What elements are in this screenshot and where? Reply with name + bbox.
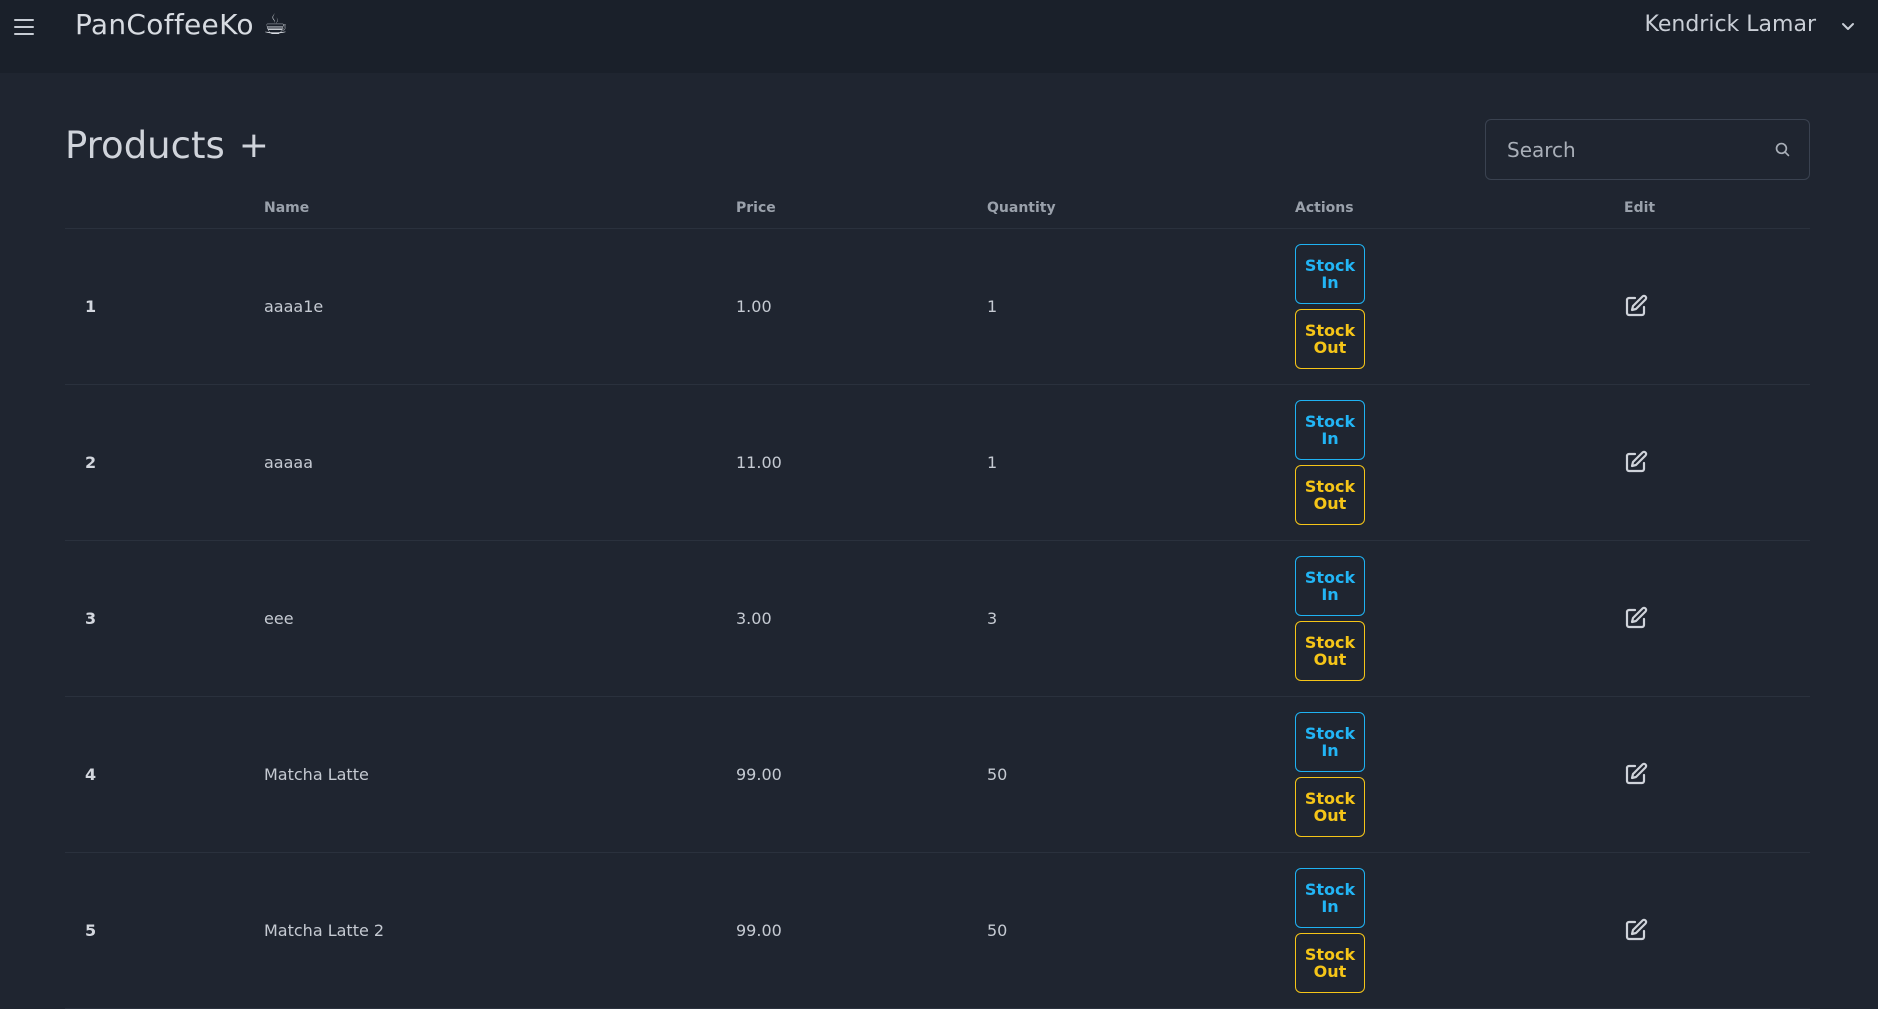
search-box (1485, 119, 1810, 180)
user-menu[interactable]: Kendrick Lamar (1645, 12, 1816, 37)
products-table: Name Price Quantity Actions Edit 1 aaaa1… (65, 188, 1810, 1009)
product-quantity: 1 (987, 296, 998, 316)
product-quantity: 50 (987, 920, 1008, 940)
table-row: 2 aaaaa 11.00 1 Stock In Stock Out (65, 384, 1810, 540)
stock-in-button[interactable]: Stock In (1295, 867, 1365, 928)
row-index: 1 (85, 296, 97, 316)
table-row: 5 Matcha Latte 2 99.00 50 Stock In Stock… (65, 852, 1810, 1008)
stock-out-button[interactable]: Stock Out (1295, 620, 1365, 681)
table-row: 3 eee 3.00 3 Stock In Stock Out (65, 540, 1810, 696)
chevron-down-icon[interactable] (1840, 18, 1856, 34)
page-title: Products (65, 124, 225, 167)
top-navbar: PanCoffeeKo ☕ Kendrick Lamar (0, 0, 1878, 73)
stock-in-button[interactable]: Stock In (1295, 399, 1365, 460)
product-name: aaaa1e (264, 296, 324, 316)
page-header: Products + (65, 124, 269, 167)
search-input[interactable] (1505, 136, 1774, 163)
product-price: 3.00 (736, 608, 772, 628)
edit-icon[interactable] (1624, 294, 1648, 318)
product-quantity: 50 (987, 764, 1008, 784)
table-row: 4 Matcha Latte 99.00 50 Stock In Stock O… (65, 696, 1810, 852)
header-actions: Actions (1295, 188, 1624, 229)
row-actions: Stock In Stock Out (1295, 228, 1624, 384)
header-index (65, 188, 264, 229)
product-name: Matcha Latte 2 (264, 920, 385, 940)
header-price: Price (736, 188, 987, 229)
row-edit (1624, 540, 1810, 696)
stock-out-button[interactable]: Stock Out (1295, 464, 1365, 525)
row-edit (1624, 228, 1810, 384)
row-actions: Stock In Stock Out (1295, 696, 1624, 852)
row-index: 3 (85, 608, 97, 628)
row-edit (1624, 852, 1810, 1008)
stock-in-button[interactable]: Stock In (1295, 243, 1365, 304)
row-actions: Stock In Stock Out (1295, 384, 1624, 540)
row-edit (1624, 384, 1810, 540)
product-price: 99.00 (736, 920, 782, 940)
stock-out-button[interactable]: Stock Out (1295, 308, 1365, 369)
product-price: 11.00 (736, 452, 782, 472)
header-edit: Edit (1624, 188, 1810, 229)
product-name: eee (264, 608, 294, 628)
product-name: Matcha Latte (264, 764, 369, 784)
edit-icon[interactable] (1624, 450, 1648, 474)
product-quantity: 1 (987, 452, 998, 472)
row-actions: Stock In Stock Out (1295, 852, 1624, 1008)
stock-in-button[interactable]: Stock In (1295, 711, 1365, 772)
app-brand[interactable]: PanCoffeeKo ☕ (75, 8, 288, 41)
hamburger-menu-icon[interactable] (14, 16, 36, 38)
edit-icon[interactable] (1624, 918, 1648, 942)
edit-icon[interactable] (1624, 762, 1648, 786)
stock-in-button[interactable]: Stock In (1295, 555, 1365, 616)
row-index: 4 (85, 764, 97, 784)
table-row: 1 aaaa1e 1.00 1 Stock In Stock Out (65, 228, 1810, 384)
table-header-row: Name Price Quantity Actions Edit (65, 188, 1810, 229)
row-actions: Stock In Stock Out (1295, 540, 1624, 696)
product-price: 1.00 (736, 296, 772, 316)
product-price: 99.00 (736, 764, 782, 784)
stock-out-button[interactable]: Stock Out (1295, 776, 1365, 837)
stock-out-button[interactable]: Stock Out (1295, 932, 1365, 993)
header-quantity: Quantity (987, 188, 1295, 229)
edit-icon[interactable] (1624, 606, 1648, 630)
search-icon[interactable] (1774, 141, 1791, 158)
row-edit (1624, 696, 1810, 852)
product-quantity: 3 (987, 608, 998, 628)
header-name: Name (264, 188, 736, 229)
add-product-button[interactable]: + (239, 127, 269, 164)
row-index: 5 (85, 920, 97, 940)
product-name: aaaaa (264, 452, 314, 472)
row-index: 2 (85, 452, 97, 472)
